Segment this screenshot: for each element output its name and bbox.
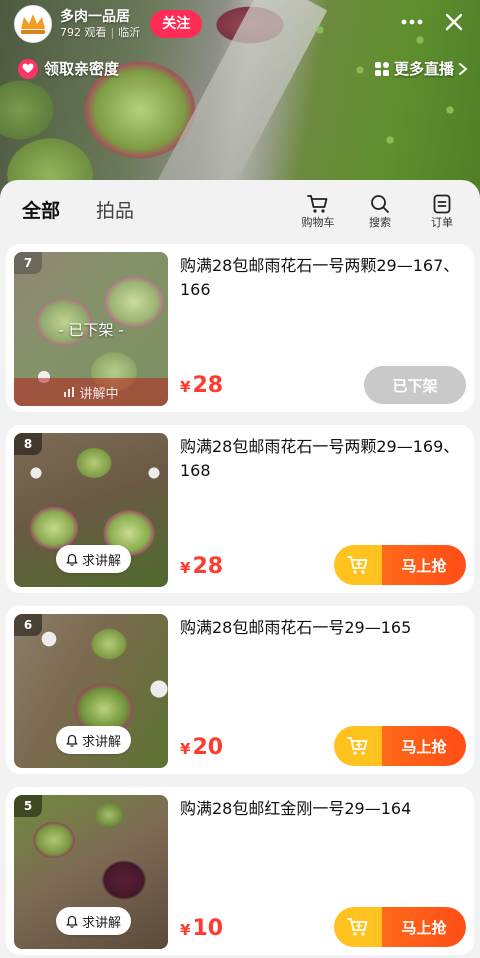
- price-value: 28: [192, 554, 224, 579]
- ask-explain-button[interactable]: 求讲解: [56, 907, 132, 935]
- order-button[interactable]: 订单: [422, 194, 462, 230]
- intimacy-label: 领取亲密度: [44, 60, 120, 78]
- more-live-button[interactable]: 更多直播: [374, 58, 468, 79]
- product-index: 5: [14, 795, 42, 817]
- more-live-label: 更多直播: [393, 60, 454, 78]
- close-icon[interactable]: [442, 10, 466, 34]
- buy-now-button[interactable]: 马上抢: [334, 726, 466, 766]
- cart-button[interactable]: 购物车: [298, 194, 338, 230]
- add-to-cart-button[interactable]: [334, 726, 382, 766]
- bell-icon: [66, 915, 78, 928]
- product-card[interactable]: 8 求讲解 购满28包邮雨花石一号两颗29—169、168 ¥ 28 马上抢: [6, 425, 474, 593]
- anchor-bar: 多肉一品居 792 观看 | 临沂 关注: [14, 5, 203, 43]
- anchor-name: 多肉一品居: [60, 9, 130, 25]
- product-image[interactable]: 8 求讲解: [14, 433, 168, 587]
- product-price: ¥ 28: [180, 554, 223, 579]
- search-icon: [371, 195, 389, 213]
- product-sheet: 全部 拍品 购物车 搜索 订单 7 - 已下架 - 讲解中 购满28包邮雨花石一…: [0, 180, 480, 958]
- price-currency: ¥: [180, 378, 191, 396]
- anchor-avatar[interactable]: [14, 5, 52, 43]
- bell-icon: [66, 734, 78, 747]
- tab-auction[interactable]: 拍品: [96, 199, 134, 223]
- viewer-count: 792 观看: [60, 26, 107, 39]
- price-currency: ¥: [180, 921, 191, 939]
- bars-icon: [64, 387, 75, 397]
- anchor-info[interactable]: 多肉一品居 792 观看 | 临沂: [60, 8, 140, 40]
- product-card[interactable]: 5 求讲解 购满28包邮红金刚一号29—164 ¥ 10 马上抢: [6, 787, 474, 955]
- top-right-controls: [400, 10, 466, 34]
- anchor-location: 临沂: [118, 26, 141, 39]
- stats-separator: |: [110, 26, 115, 39]
- anchor-stats: 792 观看 | 临沂: [60, 26, 140, 40]
- add-to-cart-button[interactable]: [334, 545, 382, 585]
- explaining-strip: 讲解中: [14, 378, 168, 406]
- buy-now-button[interactable]: 马上抢: [334, 907, 466, 947]
- heart-icon: [18, 58, 38, 79]
- offshelf-button[interactable]: 已下架: [364, 366, 466, 404]
- product-index: 6: [14, 614, 42, 636]
- explaining-label: 讲解中: [79, 386, 119, 402]
- more-icon[interactable]: [400, 10, 424, 34]
- ask-explain-label: 求讲解: [82, 915, 122, 931]
- search-label: 搜索: [369, 216, 391, 229]
- product-price: ¥ 28: [180, 373, 223, 398]
- price-value: 20: [192, 735, 224, 760]
- chevron-right-icon: [459, 62, 468, 75]
- price-currency: ¥: [180, 559, 191, 577]
- add-cart-icon: [347, 556, 368, 574]
- buy-now-label[interactable]: 马上抢: [382, 545, 466, 585]
- product-price: ¥ 20: [180, 735, 223, 760]
- price-currency: ¥: [180, 740, 191, 758]
- ask-explain-label: 求讲解: [82, 734, 122, 750]
- follow-button[interactable]: 关注: [150, 10, 203, 38]
- order-icon: [433, 194, 451, 214]
- ask-explain-label: 求讲解: [82, 553, 122, 569]
- product-title[interactable]: 购满28包邮雨花石一号两颗29—169、168: [180, 435, 464, 483]
- add-cart-icon: [347, 737, 368, 755]
- intimacy-button[interactable]: 领取亲密度: [18, 58, 119, 79]
- offshelf-overlay-text: - 已下架 -: [58, 320, 124, 339]
- anchor-logo-icon: [21, 14, 45, 34]
- product-image[interactable]: 7 - 已下架 - 讲解中: [14, 252, 168, 406]
- add-cart-icon: [347, 918, 368, 936]
- product-index: 8: [14, 433, 42, 455]
- buy-now-button[interactable]: 马上抢: [334, 545, 466, 585]
- product-image[interactable]: 6 求讲解: [14, 614, 168, 768]
- tab-all[interactable]: 全部: [22, 199, 60, 223]
- sheet-header: 全部 拍品 购物车 搜索 订单: [0, 180, 480, 242]
- cart-label: 购物车: [301, 216, 335, 229]
- buy-now-label[interactable]: 马上抢: [382, 907, 466, 947]
- product-title[interactable]: 购满28包邮雨花石一号两颗29—167、166: [180, 254, 464, 302]
- cart-icon: [307, 195, 328, 213]
- ask-explain-button[interactable]: 求讲解: [56, 726, 132, 754]
- order-label: 订单: [431, 216, 453, 229]
- bell-icon: [66, 553, 78, 566]
- header-tools: 购物车 搜索 订单: [298, 194, 462, 230]
- buy-now-label[interactable]: 马上抢: [382, 726, 466, 766]
- product-price: ¥ 10: [180, 916, 223, 941]
- product-card[interactable]: 6 求讲解 购满28包邮雨花石一号29—165 ¥ 20 马上抢: [6, 606, 474, 774]
- grid-icon: [374, 61, 389, 76]
- product-title[interactable]: 购满28包邮雨花石一号29—165: [180, 616, 464, 640]
- ask-explain-button[interactable]: 求讲解: [56, 545, 132, 573]
- search-button[interactable]: 搜索: [360, 194, 400, 230]
- add-to-cart-button[interactable]: [334, 907, 382, 947]
- price-value: 10: [192, 916, 224, 941]
- product-card[interactable]: 7 - 已下架 - 讲解中 购满28包邮雨花石一号两颗29—167、166 ¥ …: [6, 244, 474, 412]
- product-title[interactable]: 购满28包邮红金刚一号29—164: [180, 797, 464, 821]
- price-value: 28: [192, 373, 224, 398]
- product-image[interactable]: 5 求讲解: [14, 795, 168, 949]
